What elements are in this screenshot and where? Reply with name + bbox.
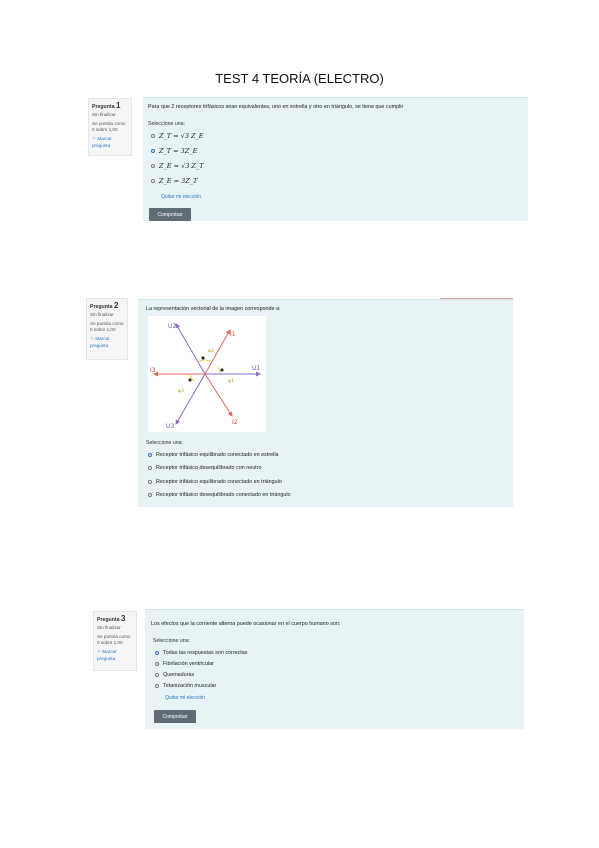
question-info-1: Pregunta 1 Sin finalizar Se puntúa como …: [88, 98, 132, 156]
question-status: Sin finalizar: [97, 624, 121, 630]
question-panel-3: Los efectos que la corriente alterna pue…: [145, 609, 524, 729]
question-panel-2: La representación vectorial de la imagen…: [138, 299, 513, 507]
question-info-3: Pregunta 3 Sin finalizar Se puntúa como …: [93, 611, 137, 671]
select-prompt: Seleccione una:: [153, 638, 190, 644]
flag-icon: ⚐: [92, 136, 97, 142]
question-number: Pregunta 1: [92, 101, 121, 110]
check-button[interactable]: Comprobar: [154, 710, 196, 723]
question-status: Sin finalizar: [92, 111, 116, 117]
option-label: Z_T = 3Z_E: [159, 147, 198, 155]
flag-icon: ⚐: [90, 336, 95, 342]
question-score: Se puntúa como 0 sobre 1,00: [90, 320, 124, 333]
flag-question-link[interactable]: ⚐ Marcar pregunta: [90, 336, 124, 348]
radio-button[interactable]: [148, 480, 152, 484]
flag-question-link[interactable]: ⚐ Marcar pregunta: [97, 649, 133, 661]
angle-arc-phi1: [217, 366, 221, 375]
answer-option[interactable]: Receptor trifásico desequilibrado con ne…: [148, 465, 261, 471]
radio-button[interactable]: [155, 684, 159, 688]
flag-question-link[interactable]: ⚐ Marcar pregunta: [92, 136, 128, 148]
option-label: Receptor trifásico equilibrado conectado…: [156, 452, 279, 458]
answer-option[interactable]: Receptor trifásico desequilibrado conect…: [148, 492, 291, 498]
option-label: Receptor trifásico desequilibrado con ne…: [156, 465, 262, 471]
question-panel-1: Para que 2 receptores trifásicos sean eq…: [143, 97, 528, 221]
select-prompt: Seleccione una:: [146, 440, 183, 446]
radio-button[interactable]: [148, 466, 152, 470]
label-u2: U2: [168, 323, 176, 330]
answer-option[interactable]: Fibrilación ventricular: [155, 661, 214, 667]
answer-option[interactable]: Z_T = √3 Z_E: [151, 132, 204, 140]
option-label: Fibrilación ventricular: [163, 661, 214, 667]
label-u1: U1: [252, 365, 260, 372]
radio-button[interactable]: [155, 673, 159, 677]
angle-marker-2: [201, 356, 205, 360]
label-i2: I2: [232, 419, 238, 426]
radio-button[interactable]: [151, 164, 155, 168]
select-prompt: Seleccione una:: [148, 121, 185, 127]
answer-option[interactable]: Z_E = √3 Z_T: [151, 162, 204, 170]
question-text: La representación vectorial de la imagen…: [146, 306, 281, 312]
label-phi3: φ3: [178, 388, 184, 394]
option-label: Z_T = √3 Z_E: [159, 132, 204, 140]
question-text: Para que 2 receptores trifásicos sean eq…: [148, 104, 404, 110]
radio-button-selected[interactable]: [155, 651, 159, 655]
radio-button[interactable]: [148, 493, 152, 497]
clear-choice-link[interactable]: Quitar mi elección: [161, 194, 201, 200]
clear-choice-link[interactable]: Quitar mi elección: [165, 695, 205, 701]
question-score: Se puntúa como 0 sobre 1,00: [97, 633, 131, 646]
option-label: Todas las respuestas son correctas: [163, 650, 248, 656]
angle-marker-1: [220, 368, 224, 372]
answer-option[interactable]: Quemaduras: [155, 672, 194, 678]
question-number: Pregunta 2: [90, 301, 119, 310]
label-i1: I1: [230, 331, 236, 338]
answer-option[interactable]: Tetanización muscular: [155, 683, 216, 689]
label-u3: U3: [166, 423, 174, 430]
answer-option[interactable]: Receptor trifásico equilibrado conectado…: [148, 452, 279, 458]
option-label: Z_E = 3Z_T: [159, 177, 198, 185]
flag-icon: ⚐: [97, 649, 102, 655]
question-status: Sin finalizar: [90, 311, 114, 317]
angle-marker-3: [188, 378, 192, 382]
question-text: Los efectos que la corriente alterna pue…: [151, 621, 341, 627]
radio-button-selected[interactable]: [151, 149, 155, 153]
label-i3: I3: [150, 367, 156, 374]
option-label: Quemaduras: [163, 672, 195, 678]
radio-button[interactable]: [151, 134, 155, 138]
radio-button[interactable]: [151, 179, 155, 183]
radio-button-selected[interactable]: [148, 453, 152, 457]
phasor-u2: [175, 323, 206, 375]
question-score: Se puntúa como 0 sobre 1,00: [92, 120, 126, 133]
answer-option[interactable]: Z_T = 3Z_E: [151, 147, 197, 155]
option-label: Receptor trifásico equilibrado conectado…: [156, 479, 282, 485]
question-number: Pregunta 3: [97, 614, 126, 623]
answer-option[interactable]: Receptor trifásico equilibrado conectado…: [148, 479, 282, 485]
answer-option[interactable]: Z_E = 3Z_T: [151, 177, 197, 185]
angle-arc-phi2: [197, 359, 211, 363]
option-label: Receptor trifásico desequilibrado conect…: [156, 492, 291, 498]
option-label: Z_E = √3 Z_T: [159, 162, 204, 170]
phasor-diagram: U1 U2 U3 I1 I2 I3 φ1 φ2 φ3: [148, 316, 266, 432]
question-info-2: Pregunta 2 Sin finalizar Se puntúa como …: [86, 298, 128, 360]
check-button[interactable]: Comprobar: [149, 208, 191, 221]
answer-option[interactable]: Todas las respuestas son correctas: [155, 650, 248, 656]
label-phi2: φ2: [208, 348, 214, 354]
radio-button[interactable]: [155, 662, 159, 666]
document-title: TEST 4 TEORÍA (ELECTRO): [215, 71, 384, 86]
option-label: Tetanización muscular: [163, 683, 217, 689]
label-phi1: φ1: [228, 378, 234, 384]
